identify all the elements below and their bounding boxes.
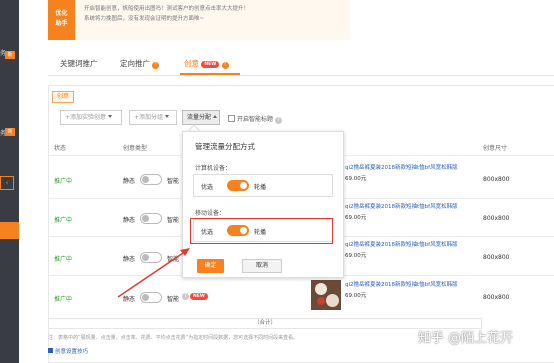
sidebar-collapse-chevron-icon[interactable]: ‹ bbox=[0, 176, 14, 190]
toggle-knob bbox=[142, 294, 149, 301]
tab-label: 定向推广 bbox=[120, 59, 150, 68]
type-static-label: 静态 bbox=[123, 217, 136, 224]
traffic-allocation-button[interactable]: 流量分配 bbox=[182, 110, 220, 125]
creative-title-link[interactable]: qi2撸岳裤夏装2018新款短袖t恤bf风宽松韩版 bbox=[345, 240, 458, 248]
tab-targeted-promotion[interactable]: 定向推广 ! bbox=[120, 58, 160, 69]
help-icon: ? bbox=[274, 117, 282, 124]
sidebar-new-badge: 新 bbox=[5, 51, 15, 59]
button-label: +添加分组 bbox=[134, 114, 164, 121]
column-header-status: 状态 bbox=[54, 145, 67, 152]
annotation-highlight-box bbox=[190, 218, 333, 244]
toggle-knob bbox=[240, 182, 247, 189]
type-smart-label: 智能 bbox=[167, 296, 180, 303]
creative-tips-link[interactable]: 创意设置技巧 bbox=[48, 347, 88, 355]
column-header-size: 创意尺寸 bbox=[483, 145, 508, 152]
status-text: 推广中 bbox=[54, 296, 73, 303]
table-total-row: （合计） bbox=[48, 318, 482, 329]
table-note: 注：表格中的“展现量、点击量、点击率、花费、平均点击花费”为指定时间段数据，您可… bbox=[48, 335, 299, 341]
type-smart-label: 智能 bbox=[167, 178, 180, 185]
creative-mode-toggle[interactable] bbox=[140, 292, 162, 303]
creative-price: 69.00元 bbox=[345, 176, 367, 182]
type-static-label: 静态 bbox=[123, 178, 136, 185]
tip-label-line: 助手 bbox=[55, 20, 68, 27]
creative-mode-toggle[interactable] bbox=[140, 252, 162, 263]
checkbox-icon[interactable] bbox=[228, 115, 235, 122]
dropdown-arrow-up-icon bbox=[213, 115, 218, 118]
option-prefer-label: 优选 bbox=[201, 184, 214, 191]
tab-keyword-promotion[interactable]: 关键词推广 bbox=[60, 58, 98, 69]
add-experiment-creative-button[interactable]: +添加实验创意 bbox=[60, 110, 122, 125]
new-badge: NEW bbox=[190, 293, 208, 300]
creative-size: 800x800 bbox=[483, 294, 510, 301]
info-icon: ! bbox=[221, 62, 229, 69]
column-header-type: 创意类型 bbox=[123, 145, 148, 152]
creative-price: 69.00元 bbox=[345, 293, 367, 299]
creative-size: 800x800 bbox=[483, 254, 510, 261]
creative-size: 800x800 bbox=[483, 176, 510, 183]
creative-title-link[interactable]: qi2撸岳裤夏装2018新款短袖t恤bf风宽松韩版 bbox=[345, 280, 458, 288]
smart-title-toggle[interactable]: 开启智能标题 ? bbox=[228, 114, 282, 124]
toggle-knob bbox=[142, 254, 149, 261]
confirm-button[interactable]: 确定 bbox=[197, 259, 224, 273]
sidebar-new-badge: 新 bbox=[5, 128, 15, 136]
link-label: 创意设置技巧 bbox=[55, 349, 89, 355]
creative-mode-toggle[interactable] bbox=[140, 174, 162, 185]
creative-chip[interactable]: 创意 bbox=[52, 91, 74, 103]
mobile-device-label: 移动设备： bbox=[195, 210, 226, 217]
new-badge: NEW bbox=[201, 61, 220, 68]
creative-title-link[interactable]: qi2撸岳裤夏装2018新款短袖t恤bf风宽松韩版 bbox=[345, 202, 458, 210]
tab-creative[interactable]: 创意 NEW ! bbox=[184, 58, 229, 69]
creative-mode-toggle[interactable] bbox=[140, 213, 162, 224]
tip-text: 开启智能创意，帆船使用出图吗！测试客户的创意点击率大大提升！ bbox=[84, 6, 250, 12]
tip-label-line: 优化 bbox=[55, 10, 68, 17]
pc-device-option-box: 优选 轮播 bbox=[193, 174, 333, 197]
optimization-tip: 优化 助手 开启智能创意，帆船使用出图吗！测试客户的创意点击率大大提升！ 系统将… bbox=[48, 0, 350, 40]
button-label: 流量分配 bbox=[187, 114, 212, 121]
creative-price: 69.00元 bbox=[345, 215, 367, 221]
sidebar: 务 新 务 新 ‹ bbox=[0, 0, 19, 363]
status-text: 推广中 bbox=[54, 217, 73, 224]
pc-allocation-toggle[interactable] bbox=[227, 180, 249, 191]
toggle-knob bbox=[142, 176, 149, 183]
divider bbox=[48, 75, 554, 76]
creative-price: 69.00元 bbox=[345, 253, 367, 259]
type-static-label: 静态 bbox=[123, 256, 136, 263]
type-smart-label: 智能 bbox=[167, 217, 180, 224]
info-icon: ! bbox=[152, 62, 160, 69]
type-smart-label: 智能 bbox=[167, 256, 180, 263]
option-rotate-label: 轮播 bbox=[254, 184, 267, 191]
dropdown-arrow-icon bbox=[165, 115, 170, 118]
watermark: 知乎 @陌上花开 bbox=[418, 331, 514, 346]
add-group-button[interactable]: +添加分组 bbox=[129, 110, 177, 125]
tip-text: 系统将力挽图后，没有发现会证明的提升方面唯~ bbox=[84, 16, 205, 22]
book-icon bbox=[48, 348, 53, 353]
button-label: +添加实验创意 bbox=[65, 114, 107, 121]
sidebar-active-item[interactable] bbox=[0, 222, 19, 239]
tip-label: 优化 助手 bbox=[48, 0, 75, 40]
toggle-knob bbox=[142, 215, 149, 222]
creative-title-link[interactable]: qi2撸岳裤夏装2018新款短袖t恤bf风宽松韩版 bbox=[345, 163, 458, 171]
traffic-allocation-popup: 管理流量分配方式 计算机设备： 优选 轮播 移动设备： 优选 轮播 确定 取消 bbox=[182, 131, 344, 278]
status-text: 推广中 bbox=[54, 178, 73, 185]
dropdown-arrow-icon bbox=[108, 115, 113, 118]
creative-size: 800x800 bbox=[483, 215, 510, 222]
help-icon: ? bbox=[182, 293, 189, 300]
creative-thumbnail-image bbox=[311, 280, 341, 310]
tab-label: 创意 bbox=[184, 59, 199, 68]
checkbox-label: 开启智能标题 bbox=[237, 116, 274, 123]
cancel-button[interactable]: 取消 bbox=[242, 259, 282, 273]
status-text: 推广中 bbox=[54, 256, 73, 263]
pc-device-label: 计算机设备： bbox=[195, 165, 232, 172]
type-static-label: 静态 bbox=[123, 296, 136, 303]
popup-title: 管理流量分配方式 bbox=[195, 142, 255, 151]
